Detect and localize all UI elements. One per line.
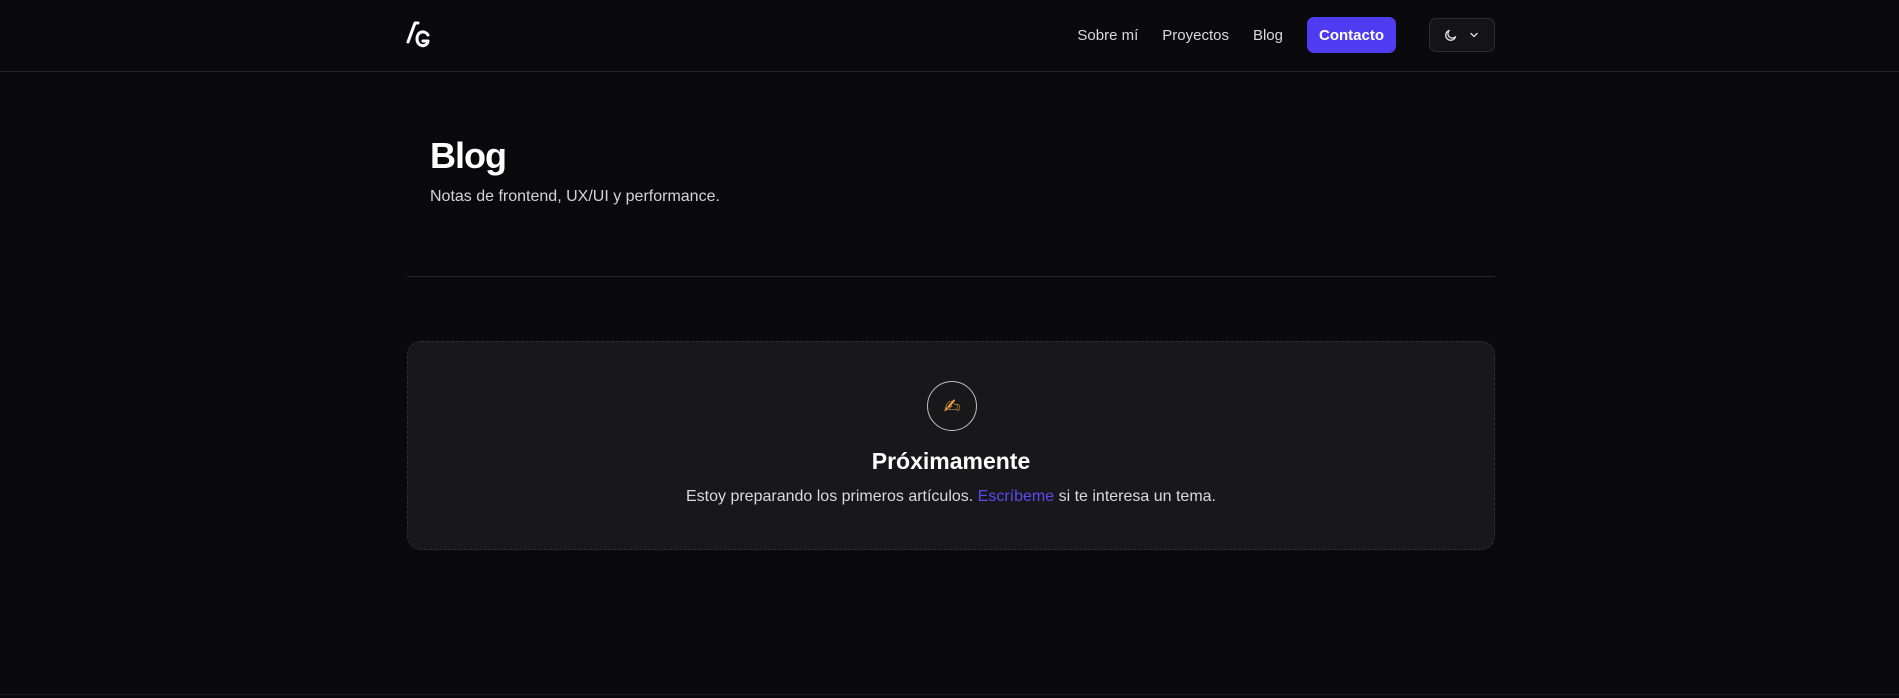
empty-state-card: ✍ Próximamente Estoy preparando los prim… <box>407 341 1495 550</box>
logo-icon <box>406 21 430 48</box>
nav-link-about[interactable]: Sobre mí <box>1077 27 1138 44</box>
divider <box>407 276 1495 277</box>
writing-hand-icon: ✍ <box>927 381 977 431</box>
empty-state-text-after: si te interesa un tema. <box>1054 488 1216 505</box>
contact-button[interactable]: Contacto <box>1307 17 1396 53</box>
page-subtitle: Notas de frontend, UX/UI y performance. <box>430 188 720 205</box>
nav-link-blog[interactable]: Blog <box>1253 27 1283 44</box>
nav-link-projects[interactable]: Proyectos <box>1162 27 1229 44</box>
logo[interactable] <box>406 20 432 50</box>
page-heading: Blog Notas de frontend, UX/UI y performa… <box>430 134 720 206</box>
main-nav: Sobre mí Proyectos Blog Contacto <box>1077 17 1495 53</box>
site-header: Sobre mí Proyectos Blog Contacto <box>0 0 1899 72</box>
theme-toggle-button[interactable] <box>1429 18 1495 52</box>
write-me-link[interactable]: Escríbeme <box>978 488 1054 505</box>
moon-icon <box>1444 28 1458 42</box>
chevron-down-icon <box>1468 29 1480 41</box>
page-title: Blog <box>430 135 507 176</box>
empty-state-text: Estoy preparando los primeros artículos.… <box>408 488 1494 506</box>
empty-state-text-before: Estoy preparando los primeros artículos. <box>685 488 978 505</box>
empty-state-title: Próximamente <box>871 448 1031 474</box>
footer-divider <box>0 694 1899 695</box>
